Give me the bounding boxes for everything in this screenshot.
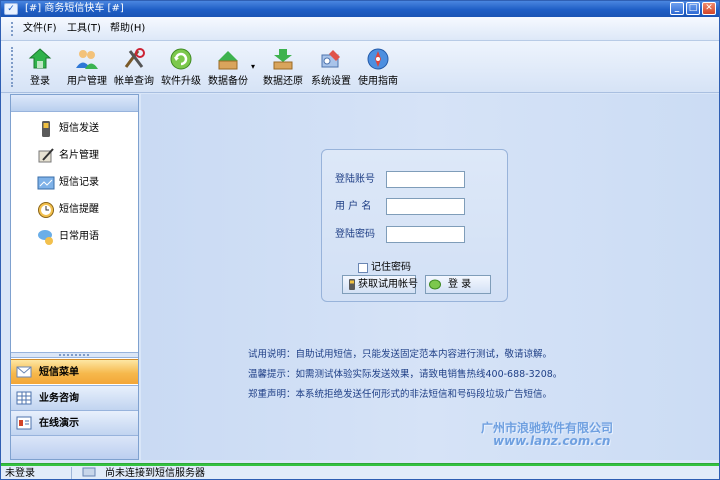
mail-icon: [16, 366, 32, 378]
sidebar-item-label: 日常用语: [59, 231, 99, 242]
sidebar-item-daily-phrases[interactable]: 日常用语: [37, 226, 133, 248]
get-trial-account-button[interactable]: 获取试用帐号: [342, 275, 418, 294]
bill-query-icon: [124, 48, 145, 68]
username-label: 用 户 名: [335, 201, 372, 212]
app-window: ✓ [#] 商务短信快车 [#] _ □ ✕ 文件(F) 工具(T) 帮助(H)…: [0, 0, 720, 480]
title-bar[interactable]: ✓ [#] 商务短信快车 [#] _ □ ✕: [1, 1, 719, 17]
toolbar: 登录 用户管理 帐单查询 软件升级 数据备份 ▾ 数据还原 系统设置 使用指南: [1, 41, 719, 93]
menu-tools[interactable]: 工具(T): [67, 22, 101, 36]
connection-status: 尚未连接到短信服务器: [105, 468, 205, 479]
password-field[interactable]: [386, 226, 465, 243]
sidebar-header: [11, 95, 138, 112]
card-icon: [38, 148, 54, 163]
bill-query-button[interactable]: 帐单查询: [111, 45, 157, 91]
chat-icon: [38, 230, 53, 245]
login-icon: [28, 48, 52, 69]
login-button[interactable]: 登 录: [425, 275, 491, 294]
remember-password-checkbox[interactable]: 记住密码: [358, 261, 428, 275]
login-button-label: 登 录: [448, 279, 472, 290]
warm-tip: 温馨提示：如需测试体验实际发送效果，请致电销售热线400-688-3208。: [248, 369, 563, 380]
user-guide-label: 使用指南: [358, 76, 398, 87]
maximize-button[interactable]: □: [686, 2, 700, 15]
settings-icon: [321, 50, 340, 68]
username-field[interactable]: [386, 198, 465, 215]
remember-password-label: 记住密码: [371, 262, 411, 273]
account-field[interactable]: [386, 171, 465, 188]
status-separator: [71, 467, 72, 479]
backup-dropdown-arrow[interactable]: ▾: [251, 62, 257, 71]
demo-icon: [16, 416, 32, 430]
sidebar-item-label: 短信记录: [59, 177, 99, 188]
system-settings-button[interactable]: 系统设置: [308, 45, 354, 91]
trial-notice: 试用说明：自助试用短信，只能发送固定范本内容进行测试，敬请谅解。: [248, 349, 553, 360]
sidebar-item-label: 短信提醒: [59, 204, 99, 215]
menu-file[interactable]: 文件(F): [23, 22, 57, 36]
trial-button-label: 获取试用帐号: [358, 279, 418, 290]
connection-icon: [82, 467, 96, 477]
sidebar-splitter[interactable]: [11, 352, 138, 358]
sidebar-item-sms-reminder[interactable]: 短信提醒: [37, 199, 133, 221]
login-icon: [429, 279, 441, 290]
sidebar-item-sms-records[interactable]: 短信记录: [37, 172, 133, 194]
clock-icon: [38, 202, 54, 218]
data-backup-button[interactable]: 数据备份: [205, 45, 251, 91]
user-guide-button[interactable]: 使用指南: [355, 45, 401, 91]
website-watermark: www.lanz.com.cn: [493, 434, 611, 448]
users-icon: [76, 50, 98, 69]
guide-icon: [367, 48, 389, 70]
phone-icon: [349, 279, 355, 290]
sidebar-item-sms-send[interactable]: 短信发送: [37, 118, 133, 140]
sidebar-item-label: 短信发送: [59, 123, 99, 134]
upgrade-icon: [170, 48, 192, 70]
sidebar: 短信发送 名片管理 短信记录 短信提醒 日常用语 短信菜单 业务咨询 在线演示: [10, 94, 139, 460]
close-button[interactable]: ✕: [702, 2, 716, 15]
category-sms-menu[interactable]: 短信菜单: [11, 359, 138, 384]
sidebar-item-card-management[interactable]: 名片管理: [37, 145, 133, 167]
login-toolbar-button[interactable]: 登录: [17, 45, 63, 91]
category-label: 短信菜单: [39, 367, 79, 378]
status-strip: [1, 464, 719, 466]
category-business-consult[interactable]: 业务咨询: [11, 385, 138, 410]
menu-help[interactable]: 帮助(H): [110, 22, 145, 36]
data-restore-button[interactable]: 数据还原: [260, 45, 306, 91]
user-management-button[interactable]: 用户管理: [64, 45, 110, 91]
login-panel: 登陆账号 用 户 名 登陆密码 记住密码 获取试用帐号 登 录: [321, 149, 508, 302]
main-area: 登陆账号 用 户 名 登陆密码 记住密码 获取试用帐号 登 录 试用说明：自助试…: [141, 94, 719, 460]
splitter-grip: [59, 354, 89, 356]
grid-icon: [16, 391, 32, 405]
sidebar-item-label: 名片管理: [59, 150, 99, 161]
status-bar: 未登录 尚未连接到短信服务器: [1, 463, 719, 479]
password-label: 登陆密码: [335, 229, 375, 240]
data-backup-label: 数据备份: [208, 76, 248, 87]
minimize-button[interactable]: _: [670, 2, 684, 15]
software-upgrade-button[interactable]: 软件升级: [158, 45, 204, 91]
sidebar-footer: [11, 435, 138, 459]
menubar-grip[interactable]: [11, 22, 14, 36]
window-title: [#] 商务短信快车 [#]: [25, 3, 124, 14]
checkbox-box[interactable]: [358, 263, 368, 273]
login-status: 未登录: [5, 468, 35, 479]
backup-icon: [218, 51, 238, 70]
category-online-demo[interactable]: 在线演示: [11, 410, 138, 435]
phone-icon: [42, 121, 50, 137]
app-menu-icon[interactable]: ✓: [4, 3, 18, 15]
category-label: 业务咨询: [39, 393, 79, 404]
menu-bar: 文件(F) 工具(T) 帮助(H): [1, 17, 719, 41]
disclaimer: 郑重声明：本系统拒绝发送任何形式的非法短信和号码段垃圾广告短信。: [248, 389, 553, 400]
account-label: 登陆账号: [335, 174, 375, 185]
record-icon: [37, 176, 55, 190]
restore-icon: [273, 49, 293, 70]
category-label: 在线演示: [39, 418, 79, 429]
